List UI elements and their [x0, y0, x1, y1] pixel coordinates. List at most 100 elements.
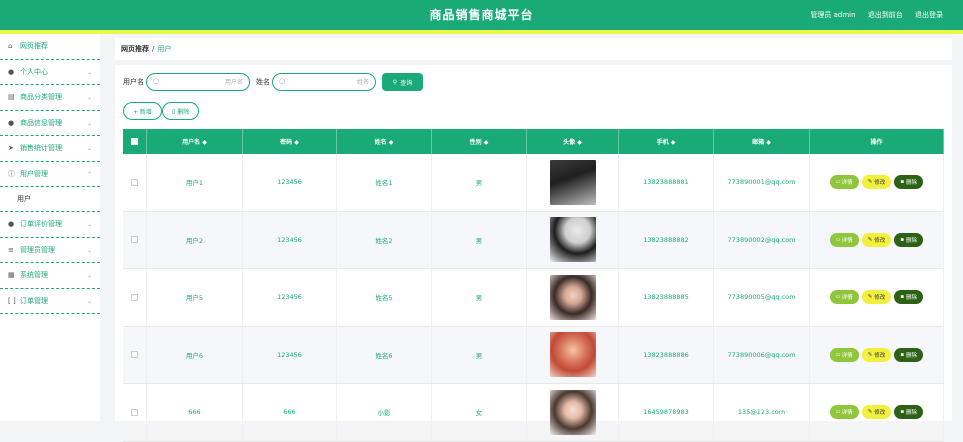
sidebar-item-label: 商品分类管理: [20, 93, 62, 102]
sidebar-item-admins[interactable]: ≡ 管理员管理 ⌄: [0, 238, 100, 263]
breadcrumb-home[interactable]: 网页推荐: [121, 45, 149, 53]
logout-link[interactable]: 退出登录: [915, 11, 943, 19]
delete-button[interactable]: ▪ 删除: [894, 232, 924, 247]
edit-icon: ✎: [867, 236, 873, 243]
user-table: 用户名 ◆ 密码 ◆ 姓名 ◆ 性别 ◆ 头像 ◆ 手机 ◆ 邮箱 ◆ 操作 用…: [123, 129, 944, 442]
cell-phone: 16459878983: [619, 384, 714, 441]
cell-actions: ▫ 详情 ✎ 修改 ▪ 删除: [810, 326, 944, 383]
delete-label: 删除: [906, 295, 918, 302]
edit-button[interactable]: ✎ 修改: [861, 347, 892, 362]
name-input[interactable]: [289, 76, 369, 88]
sidebar-item-products[interactable]: ● 商品信息管理 ⌄: [0, 111, 100, 136]
column-header-gender[interactable]: 性别 ◆: [432, 129, 527, 154]
detail-button[interactable]: ▫ 详情: [829, 347, 859, 362]
sidebar-item-users[interactable]: ⓘ 用户管理 ⌃: [0, 162, 100, 187]
cell-actions: ▫ 详情 ✎ 修改 ▪ 删除: [810, 269, 944, 326]
detail-button[interactable]: ▫ 详情: [829, 232, 859, 247]
menu-icon: ≡: [8, 245, 14, 254]
cell-username: 666: [147, 384, 243, 441]
sidebar-item-profile[interactable]: ● 个人中心 ⌄: [0, 60, 100, 85]
search-icon: ○: [279, 77, 286, 85]
sidebar-item-home[interactable]: ⌂ 网页推荐: [0, 34, 100, 60]
top-header-bar: 商品销售商城平台 管理员 admin 退出到前台 退出登录: [0, 0, 963, 30]
delete-button[interactable]: ▪ 删除: [894, 290, 924, 305]
detail-label: 详情: [841, 295, 853, 302]
edit-button[interactable]: ✎ 修改: [861, 232, 892, 247]
column-header-password[interactable]: 密码 ◆: [243, 129, 337, 154]
list-icon: ▤: [8, 93, 15, 102]
trash-icon: ▪: [900, 351, 905, 358]
row-checkbox[interactable]: [131, 293, 138, 301]
delete-button[interactable]: ▪ 删除: [894, 175, 924, 190]
sidebar-item-category[interactable]: ▤ 商品分类管理 ⌄: [0, 85, 100, 111]
edit-button[interactable]: ✎ 修改: [861, 290, 892, 305]
sidebar-item-system[interactable]: ▦ 系统管理 ⌄: [0, 263, 100, 289]
column-header-email[interactable]: 邮箱 ◆: [714, 129, 810, 154]
row-checkbox[interactable]: [131, 178, 138, 186]
username-label: 用户名: [123, 78, 144, 86]
edit-button[interactable]: ✎ 修改: [861, 175, 892, 190]
query-button-label: 查询: [400, 79, 413, 87]
cell-username: 用户6: [147, 326, 243, 383]
detail-button[interactable]: ▫ 详情: [829, 405, 859, 420]
cell-avatar: [527, 384, 619, 441]
chevron-up-icon: ⌃: [86, 170, 92, 178]
column-header-avatar[interactable]: 头像 ◆: [527, 129, 619, 154]
select-all-checkbox[interactable]: [131, 138, 138, 145]
cell-password: 666: [243, 384, 337, 441]
sidebar-item-label: 商品信息管理: [20, 118, 62, 127]
detail-icon: ▫: [835, 351, 840, 358]
to-front-link[interactable]: 退出到前台: [868, 11, 903, 19]
avatar: [549, 159, 596, 205]
edit-label: 修改: [874, 180, 886, 187]
detail-button[interactable]: ▫ 详情: [829, 175, 859, 190]
avatar: [549, 274, 596, 320]
delete-label: 删除: [906, 410, 918, 417]
breadcrumb-current: 用户: [157, 45, 172, 53]
sidebar-item-sales[interactable]: ➤ 销售统计管理 ⌄: [0, 136, 100, 162]
row-select-cell: [123, 269, 147, 326]
chevron-down-icon: ⌄: [86, 68, 92, 76]
edit-label: 修改: [874, 410, 886, 417]
row-select-cell: [123, 154, 147, 211]
sidebar-item-label: 管理员管理: [20, 245, 55, 254]
detail-icon: ▫: [835, 236, 840, 243]
cell-password: 123456: [243, 211, 337, 268]
edit-button[interactable]: ✎ 修改: [861, 405, 892, 420]
sidebar-item-label: 订单评价管理: [20, 220, 62, 229]
cell-email: 773890006@qq.com: [714, 326, 810, 383]
detail-label: 详情: [841, 410, 853, 417]
username-search-field: ○: [146, 73, 250, 91]
row-checkbox[interactable]: [131, 236, 138, 244]
add-button[interactable]: + 新增: [123, 102, 162, 120]
row-checkbox[interactable]: [131, 408, 138, 416]
user-icon: ●: [8, 220, 15, 229]
delete-button[interactable]: ▪ 删除: [894, 405, 924, 420]
chevron-down-icon: ⌄: [86, 145, 92, 152]
query-button[interactable]: ⚲ 查询: [382, 73, 423, 91]
sidebar-subitem-user[interactable]: 用户: [0, 187, 100, 212]
batch-delete-button[interactable]: ▯ 删除: [161, 102, 200, 120]
header-user-area: 管理员 admin 退出到前台 退出登录: [800, 0, 943, 30]
avatar: [549, 332, 596, 378]
chevron-down-icon: ⌄: [86, 119, 92, 127]
sidebar-item-orders[interactable]: [ ] 订单管理 ⌄: [0, 289, 100, 314]
cell-name: 小影: [337, 384, 432, 441]
username-input[interactable]: [163, 76, 243, 88]
detail-button[interactable]: ▫ 详情: [829, 290, 859, 305]
table-header: 用户名 ◆ 密码 ◆ 姓名 ◆ 性别 ◆ 头像 ◆ 手机 ◆ 邮箱 ◆ 操作: [123, 129, 944, 154]
row-checkbox[interactable]: [131, 351, 138, 359]
column-header-name[interactable]: 姓名 ◆: [337, 129, 432, 154]
column-header-username[interactable]: 用户名 ◆: [147, 129, 243, 154]
delete-button[interactable]: ▪ 删除: [894, 347, 924, 362]
column-header-phone[interactable]: 手机 ◆: [619, 129, 714, 154]
cell-actions: ▫ 详情 ✎ 修改 ▪ 删除: [810, 154, 944, 211]
chevron-down-icon: ⌄: [86, 221, 92, 228]
cell-actions: ▫ 详情 ✎ 修改 ▪ 删除: [810, 384, 944, 441]
sidebar-item-reviews[interactable]: ● 订单评价管理 ⌄: [0, 212, 100, 238]
batch-delete-label: 删除: [177, 108, 190, 116]
table-row: 用户6 123456 姓名6 男 13823888886 773890006@q…: [123, 326, 944, 384]
edit-icon: ✎: [867, 294, 873, 301]
chevron-down-icon: ⌄: [86, 297, 92, 305]
search-bar: 用户名 ○ 姓名 ○ ⚲ 查询: [123, 73, 423, 91]
